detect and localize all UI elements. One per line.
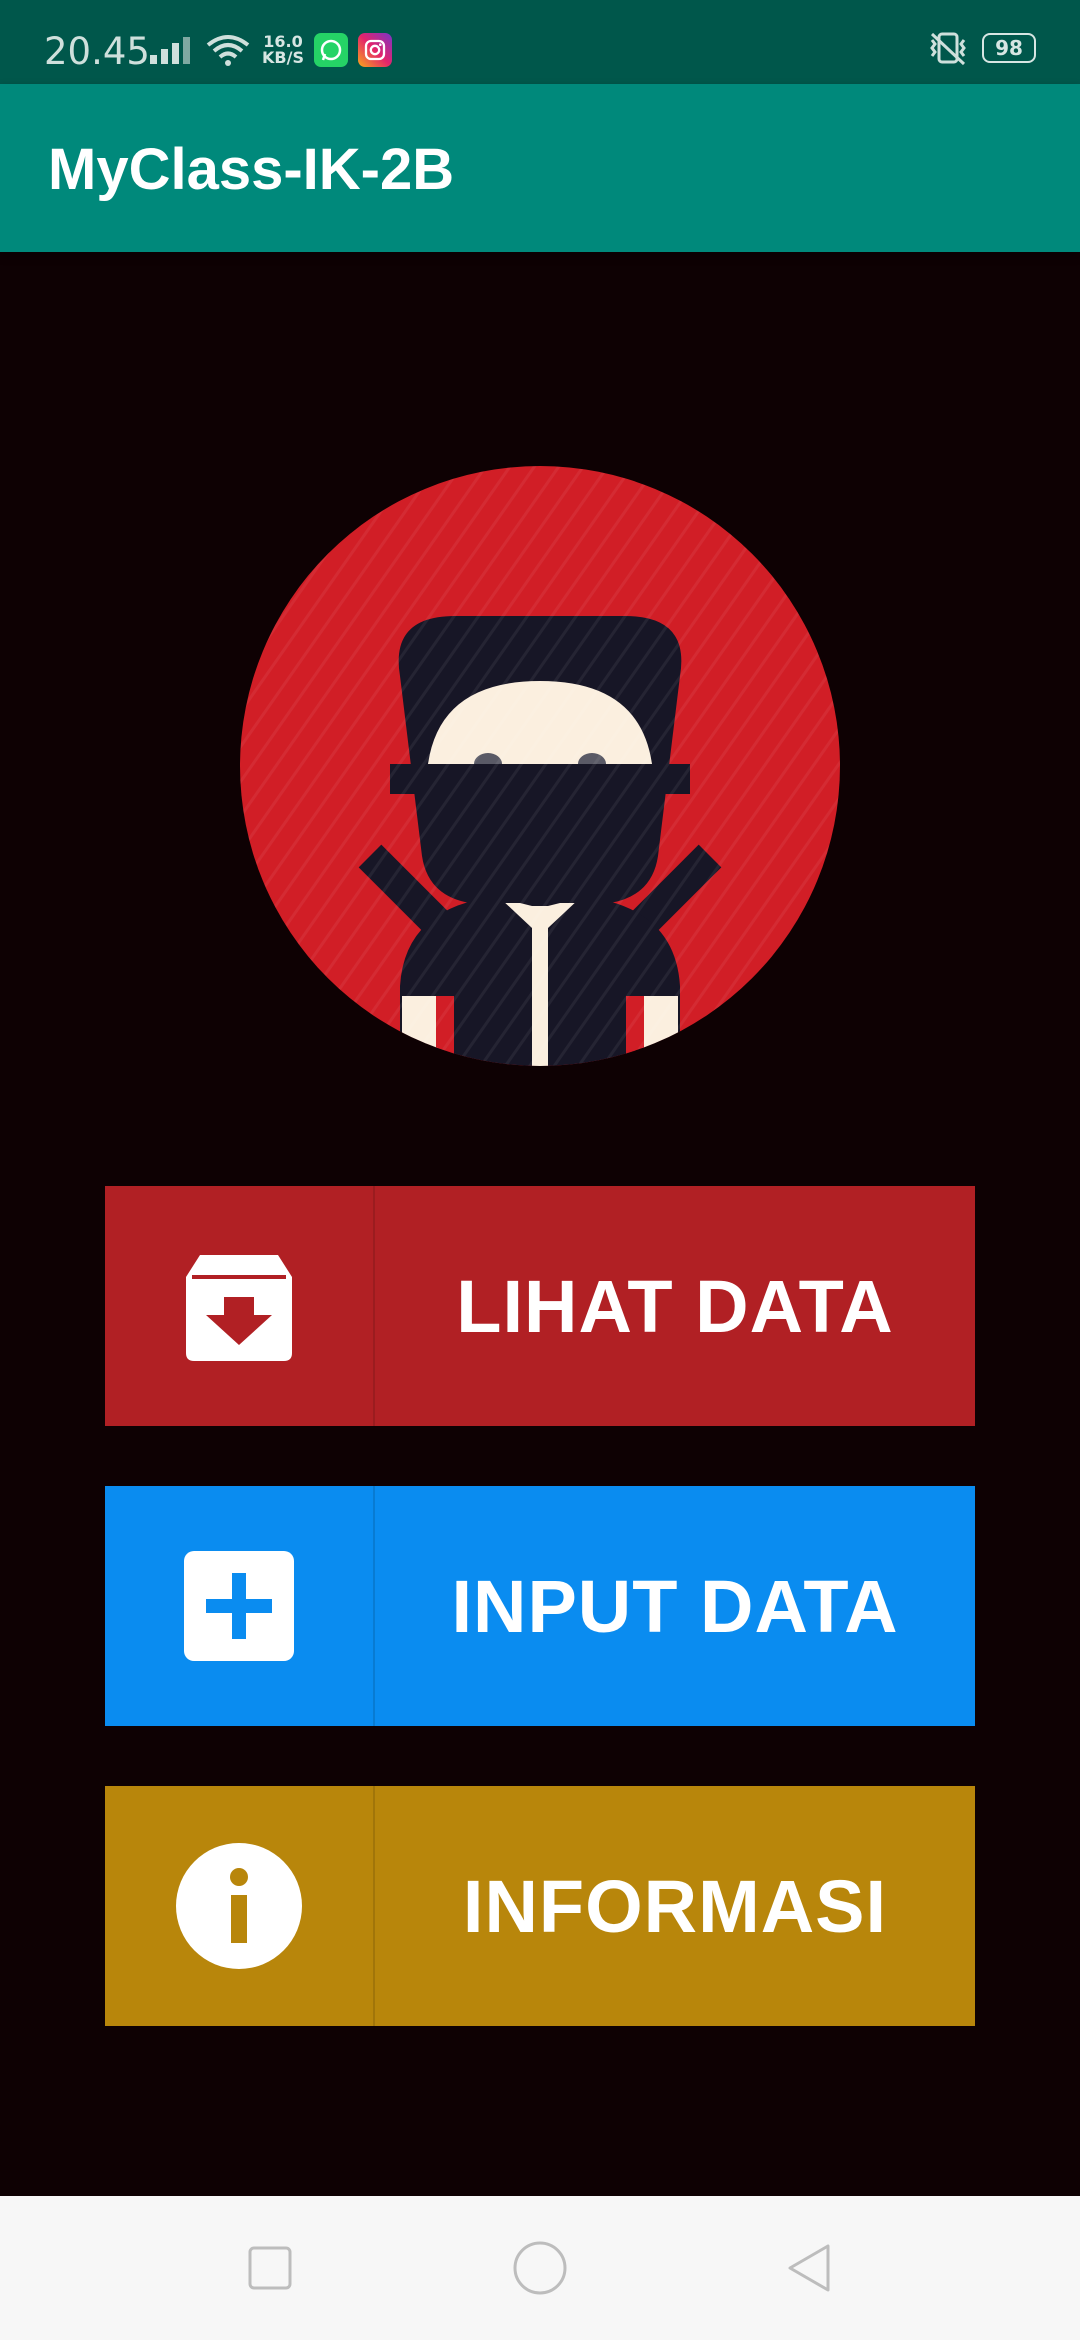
input-data-icon-cell — [105, 1486, 375, 1726]
status-time: 20.45 — [44, 30, 150, 73]
battery-icon: 98 — [982, 33, 1036, 63]
net-speed: 16.0 KB/S — [262, 34, 304, 66]
informasi-label: INFORMASI — [462, 1864, 888, 1948]
navigation-bar — [0, 2196, 1080, 2340]
recents-square-icon[interactable] — [210, 2196, 330, 2340]
input-data-button[interactable]: INPUT DATA — [105, 1486, 975, 1726]
instagram-icon — [357, 33, 392, 67]
informasi-button[interactable]: INFORMASI — [105, 1786, 975, 2026]
add-box-icon — [184, 1551, 294, 1661]
lihat-data-label: LIHAT DATA — [456, 1264, 894, 1348]
signal-icon — [150, 37, 190, 64]
app-title: MyClass-IK-2B — [48, 137, 455, 202]
lihat-data-icon-cell — [105, 1186, 375, 1426]
archive-download-icon — [186, 1255, 292, 1361]
ninja-avatar-icon — [240, 466, 840, 1066]
app-bar: MyClass-IK-2B — [0, 84, 1080, 252]
vibrate-icon — [930, 32, 966, 66]
status-icons-left: 16.0 KB/S — [148, 28, 392, 72]
input-data-label: INPUT DATA — [451, 1564, 899, 1648]
lihat-data-button[interactable]: LIHAT DATA — [105, 1186, 975, 1426]
status-icons-right: 98 — [926, 30, 1036, 66]
informasi-icon-cell — [105, 1786, 375, 2026]
info-icon — [176, 1843, 302, 1969]
net-speed-unit: KB/S — [262, 48, 304, 67]
back-triangle-icon[interactable] — [750, 2196, 870, 2340]
status-bar: 20.45 16.0 KB/S 98 — [0, 0, 1080, 84]
whatsapp-icon — [313, 33, 348, 67]
home-circle-icon[interactable] — [480, 2196, 600, 2340]
wifi-icon — [206, 35, 250, 66]
